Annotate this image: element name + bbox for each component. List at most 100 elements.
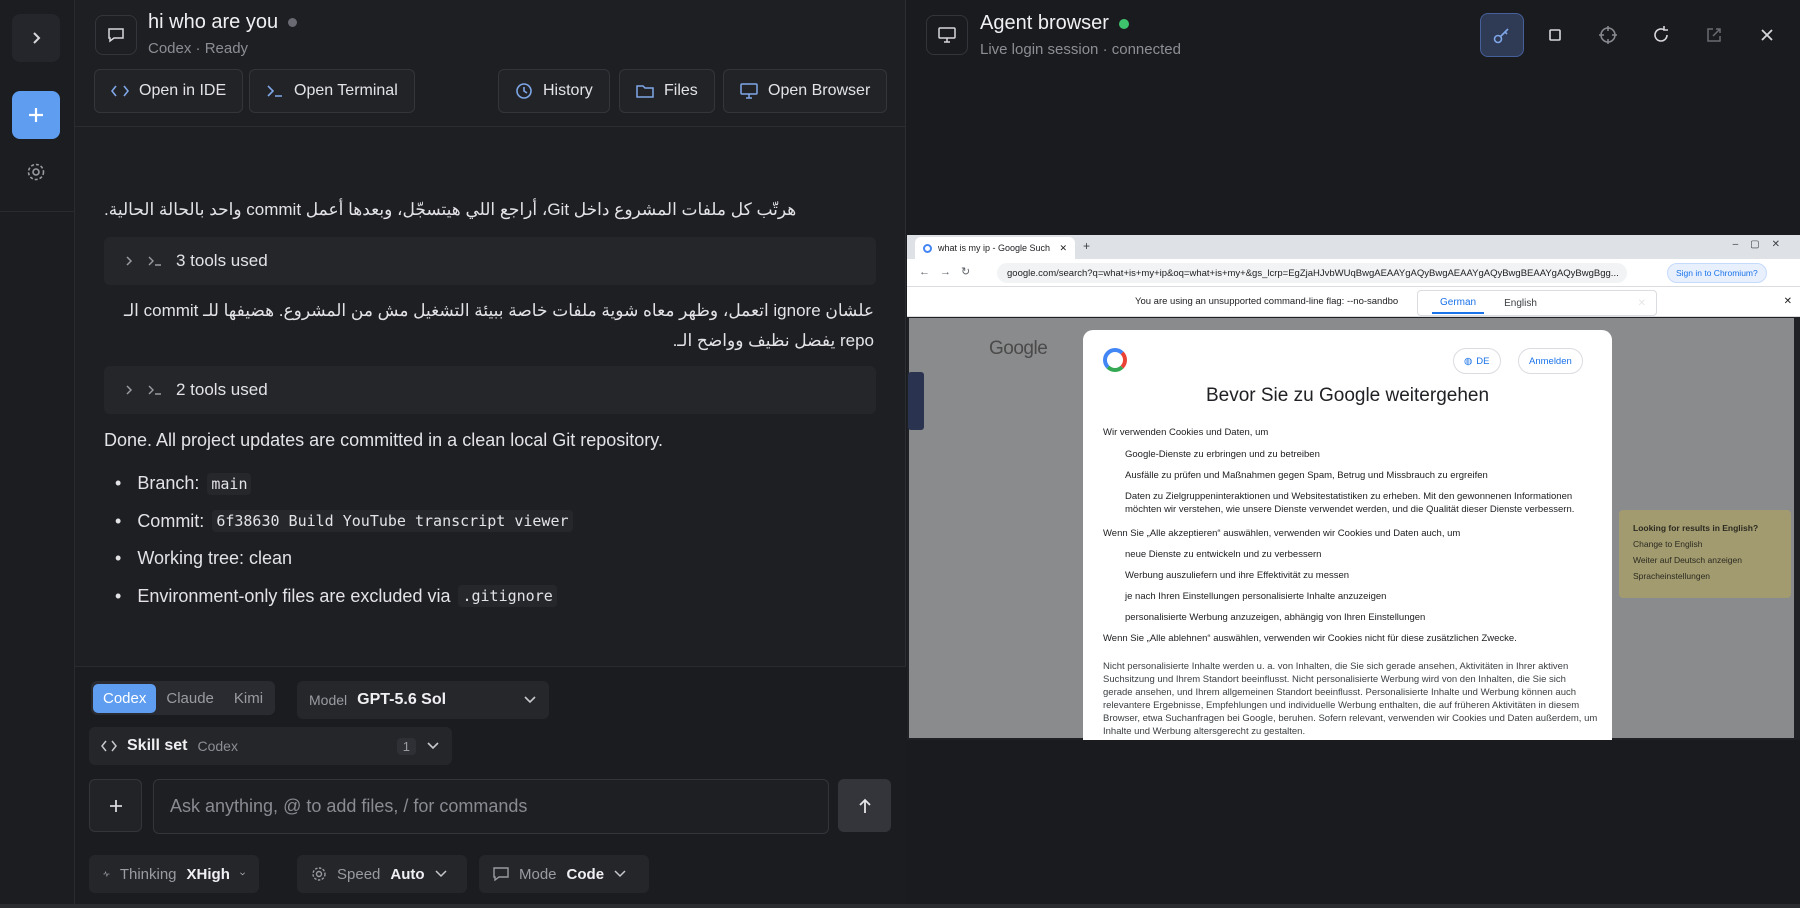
app-root: hi who are you Codex · Ready Open in IDE… <box>0 0 1800 908</box>
model-select[interactable]: Model GPT-5.6 Sol <box>297 681 549 719</box>
consent-item: je nach Ihren Einstellungen personalisie… <box>1125 591 1387 602</box>
assistant-message-done: Done. All project updates are committed … <box>104 430 663 450</box>
files-button[interactable]: Files <box>619 69 715 113</box>
keep-german-link[interactable]: Weiter auf Deutsch anzeigen <box>1633 552 1777 568</box>
language-button[interactable]: ◍ DE <box>1453 348 1501 374</box>
consent-item: Ausfälle zu prüfen und Maßnahmen gegen S… <box>1125 470 1488 481</box>
key-button[interactable] <box>1480 13 1524 57</box>
clock-icon <box>516 83 532 99</box>
skill-count-badge: 1 <box>396 737 416 755</box>
chevron-right-icon <box>126 385 133 395</box>
chromium-signin-button[interactable]: Sign in to Chromium? <box>1667 263 1767 283</box>
mode-label: Mode <box>519 865 557 883</box>
unsupported-flag-infobar: You are using an unsupported command-lin… <box>907 287 1800 317</box>
signin-label: Sign in to Chromium? <box>1676 268 1758 278</box>
open-terminal-button[interactable]: Open Terminal <box>249 69 415 113</box>
close-icon <box>1761 29 1773 41</box>
crosshair-icon <box>1599 26 1617 44</box>
browser-viewport[interactable]: what is my ip - Google Such ✕ + –▢✕ ←→↻ … <box>907 235 1800 740</box>
speed-select[interactable]: Speed Auto <box>297 855 467 893</box>
chat-title-row: hi who are you <box>148 11 298 34</box>
gear-icon <box>312 867 326 881</box>
prompt-input[interactable] <box>153 779 829 834</box>
open-external-button[interactable] <box>1692 13 1736 57</box>
google-g-icon <box>1103 348 1127 372</box>
change-to-english-link[interactable]: Change to English <box>1633 536 1777 552</box>
consent-signin-button[interactable]: Anmelden <box>1518 348 1583 374</box>
nav-arrows-icon[interactable]: ←→↻ <box>919 265 980 278</box>
new-tab-icon[interactable]: + <box>1083 239 1090 253</box>
expand-sidebar-button[interactable] <box>12 14 60 62</box>
language-suggestion-card: Looking for results in English? Change t… <box>1619 510 1791 598</box>
agent-tab-kimi[interactable]: Kimi <box>224 684 273 713</box>
terminal-icon <box>148 256 161 266</box>
language-settings-link[interactable]: Spracheinstellungen <box>1633 568 1777 584</box>
message-icon <box>493 867 509 881</box>
agent-subtitle: Live login session · connected <box>980 41 1181 58</box>
infobar-text: You are using an unsupported command-lin… <box>1135 296 1399 307</box>
consent-item: neue Dienste zu entwickeln und zu verbes… <box>1125 549 1322 560</box>
globe-icon: ◍ <box>1464 355 1473 367</box>
language-label: DE <box>1476 355 1490 367</box>
close-translate-icon[interactable]: ✕ <box>1638 298 1646 309</box>
translate-english-tab[interactable]: English <box>1504 298 1537 309</box>
chat-header: hi who are you Codex · Ready Open in IDE… <box>75 0 906 127</box>
pane-resize-handle[interactable] <box>908 372 924 430</box>
thinking-select[interactable]: Thinking XHigh <box>89 855 259 893</box>
open-browser-button[interactable]: Open Browser <box>723 69 888 113</box>
terminal-icon <box>267 85 282 97</box>
browser-tab[interactable]: what is my ip - Google Such ✕ <box>915 237 1075 259</box>
chat-subtitle: Codex · Ready <box>148 40 249 57</box>
close-tab-icon[interactable]: ✕ <box>1059 243 1067 254</box>
bullet-label: Environment-only files are excluded via <box>137 585 451 606</box>
tools-used-collapsible-2[interactable]: 2 tools used <box>104 366 876 414</box>
translate-german-tab[interactable]: German <box>1432 293 1485 314</box>
commit-summary-list: Branch: main Commit: 6f38630 Build YouTu… <box>115 465 573 615</box>
send-button[interactable] <box>838 779 891 832</box>
window-controls[interactable]: –▢✕ <box>1733 239 1792 250</box>
commit-code: 6f38630 Build YouTube transcript viewer <box>212 510 573 533</box>
consent-item: Werbung auszuliefern und ihre Effektivit… <box>1125 570 1350 581</box>
chat-pane: hi who are you Codex · Ready Open in IDE… <box>75 0 906 908</box>
speed-value: Auto <box>390 865 425 883</box>
agent-tab-claude[interactable]: Claude <box>156 684 224 713</box>
settings-button[interactable] <box>12 148 60 196</box>
pulse-icon <box>103 870 110 878</box>
composer: Codex Claude Kimi Model GPT-5.6 Sol Skil… <box>75 666 906 908</box>
browser-tab-title: what is my ip - Google Such <box>938 243 1051 253</box>
model-label: Model <box>309 692 348 708</box>
chevron-down-icon <box>524 696 536 704</box>
agent-browser-pane: Agent browser Live login session · conne… <box>907 0 1800 908</box>
history-button[interactable]: History <box>498 69 610 113</box>
terminal-icon <box>148 385 161 395</box>
agent-tab-codex[interactable]: Codex <box>93 683 157 713</box>
consent-item: Google-Dienste zu erbringen und zu betre… <box>1125 449 1320 460</box>
thinking-value: XHigh <box>186 865 230 883</box>
attach-button[interactable] <box>89 779 142 832</box>
stop-button[interactable] <box>1533 13 1577 57</box>
assistant-message-arabic-1: هرتّب كل ملفات المشروع داخل Git، أراجع ا… <box>104 200 797 219</box>
monitor-icon <box>926 15 968 55</box>
tools-used-collapsible-1[interactable]: 3 tools used <box>104 237 876 285</box>
consent-item: Daten zu Zielgruppeninteraktionen und We… <box>1125 491 1575 515</box>
stop-icon <box>1549 29 1561 41</box>
skill-set-title: Skill set <box>127 737 188 754</box>
chevron-down-icon <box>240 872 245 876</box>
reload-button[interactable] <box>1639 13 1683 57</box>
gear-icon <box>27 163 45 181</box>
new-chat-button[interactable] <box>12 91 60 139</box>
bullet-label: Commit: <box>137 510 205 531</box>
chevron-down-icon <box>614 870 626 878</box>
list-item: Commit: 6f38630 Build YouTube transcript… <box>115 503 573 541</box>
skill-set-subtitle: Codex <box>197 738 238 754</box>
crosshair-button[interactable] <box>1586 13 1630 57</box>
close-button[interactable] <box>1745 13 1789 57</box>
agent-selector: Codex Claude Kimi <box>91 681 276 715</box>
open-ide-button[interactable]: Open in IDE <box>94 69 244 113</box>
chevron-down-icon <box>427 742 439 750</box>
mode-select[interactable]: Mode Code <box>479 855 649 893</box>
tools-used-label: 3 tools used <box>176 251 268 270</box>
close-infobar-icon[interactable]: ✕ <box>1784 296 1792 307</box>
skill-set-select[interactable]: Skill set Codex 1 <box>89 727 452 765</box>
url-field[interactable]: google.com/search?q=what+is+my+ip&oq=wha… <box>997 263 1627 283</box>
